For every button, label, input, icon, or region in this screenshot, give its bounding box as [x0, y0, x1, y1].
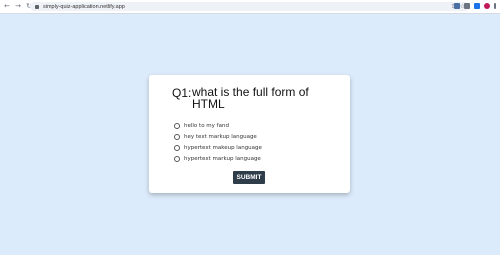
option-label[interactable]: hello to my fand: [184, 123, 229, 129]
lock-icon[interactable]: [35, 4, 39, 9]
option-1[interactable]: hello to my fand: [174, 120, 262, 131]
option-3[interactable]: hypertext makeup language: [174, 142, 262, 153]
radio-button[interactable]: [174, 144, 180, 151]
quiz-card: Q1: what is the full form of HTML hello …: [149, 75, 350, 193]
question-number: Q1:: [172, 86, 192, 100]
profile-icon[interactable]: [464, 3, 470, 9]
answer-options: hello to my fand hey text markup languag…: [174, 120, 262, 164]
menu-icon[interactable]: [494, 3, 496, 9]
option-label[interactable]: hypertext makeup language: [184, 145, 262, 151]
forward-icon[interactable]: →: [14, 2, 22, 11]
back-icon[interactable]: ←: [3, 2, 11, 11]
option-4[interactable]: hypertext markup language: [174, 153, 262, 164]
avatar-icon[interactable]: [484, 3, 490, 9]
submit-button[interactable]: SUBMIT: [233, 171, 265, 184]
question-text: what is the full form of HTML: [192, 85, 309, 111]
radio-button[interactable]: [174, 133, 180, 140]
option-2[interactable]: hey text markup language: [174, 131, 262, 142]
option-label[interactable]: hypertext markup language: [184, 156, 261, 162]
option-label[interactable]: hey text markup language: [184, 134, 257, 140]
url-text[interactable]: simply-quiz-application.netlify.app: [43, 4, 125, 10]
browser-toolbar: ← → ↻ simply-quiz-application.netlify.ap…: [0, 0, 500, 14]
radio-button[interactable]: [174, 122, 180, 129]
radio-button[interactable]: [174, 155, 180, 162]
address-bar[interactable]: simply-quiz-application.netlify.app ⇪ ☆: [30, 2, 470, 11]
sidebar-icon[interactable]: [474, 3, 480, 9]
extensions-icon[interactable]: [454, 3, 460, 9]
